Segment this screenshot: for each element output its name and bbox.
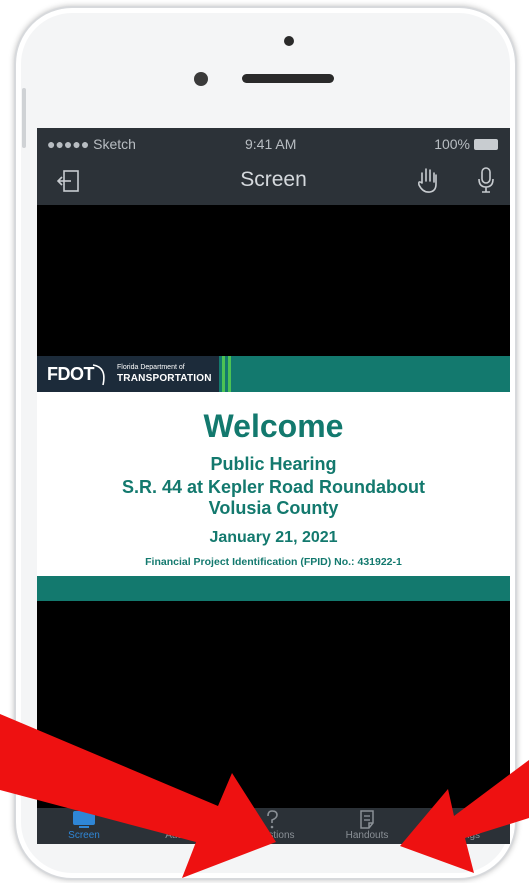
tab-handouts-label: Handouts	[345, 830, 389, 841]
slide-county: Volusia County	[208, 498, 339, 518]
slide-fpid: Financial Project Identification (FPID) …	[145, 556, 402, 568]
slide-date: January 21, 2021	[209, 529, 338, 546]
slide-subtitle: Public Hearing	[210, 454, 337, 474]
slide-footer-band	[37, 576, 510, 601]
slide-welcome-heading: Welcome	[203, 408, 344, 444]
gear-icon	[455, 813, 469, 827]
nav-bar: Screen	[37, 158, 510, 205]
slide-project-name: S.R. 44 at Kepler Road Roundabout	[121, 477, 426, 497]
proximity-sensor	[194, 72, 208, 86]
tab-screen[interactable]: Screen	[37, 808, 131, 844]
fdot-green-bars	[221, 356, 233, 392]
tab-audio-label: Audio	[165, 830, 191, 841]
earpiece-speaker	[242, 74, 334, 83]
status-time: 9:41 AM	[245, 136, 297, 152]
tab-audio[interactable]: Audio	[131, 808, 225, 844]
fdot-logo: FDOT Florida Department of TRANSPORTATIO…	[37, 356, 219, 392]
front-camera	[284, 36, 294, 46]
fdot-logo-line1: Florida Department of	[117, 364, 185, 371]
tab-questions-label: Questions	[249, 830, 295, 841]
question-icon	[267, 810, 278, 829]
battery-status: 100%	[434, 136, 498, 152]
fdot-logo-line2: TRANSPORTATION	[117, 373, 212, 384]
slide-header-band: FDOT Florida Department of TRANSPORTATIO…	[37, 356, 510, 392]
status-bar: ●●●●● Sketch 9:41 AM 100%	[37, 128, 510, 158]
carrier-label: ●●●●● Sketch	[47, 136, 136, 152]
handout-icon	[360, 810, 374, 829]
presentation-slide: FDOT Florida Department of TRANSPORTATIO…	[37, 356, 510, 601]
monitor-icon	[73, 811, 95, 828]
tab-handouts[interactable]: Handouts	[320, 808, 414, 844]
tab-screen-label: Screen	[68, 830, 100, 841]
speaker-icon	[168, 811, 187, 829]
fdot-swoosh-icon	[92, 364, 105, 386]
battery-icon	[474, 139, 498, 150]
battery-percent: 100%	[434, 136, 470, 152]
microphone-icon[interactable]	[477, 166, 495, 194]
tab-settings-label: Settings	[443, 830, 481, 841]
top-bar: ●●●●● Sketch 9:41 AM 100% Screen	[37, 128, 510, 205]
tab-bar: Screen Audio Questions Handouts Settings	[37, 808, 510, 844]
tab-settings[interactable]: Settings	[415, 808, 509, 844]
tab-questions[interactable]: Questions	[225, 808, 319, 844]
fdot-logo-text: FDOT	[47, 364, 95, 384]
raise-hand-icon[interactable]	[415, 166, 441, 194]
app-screen: ●●●●● Sketch 9:41 AM 100% Screen FDOT Fl…	[37, 128, 510, 844]
phone-side-button	[22, 88, 26, 148]
